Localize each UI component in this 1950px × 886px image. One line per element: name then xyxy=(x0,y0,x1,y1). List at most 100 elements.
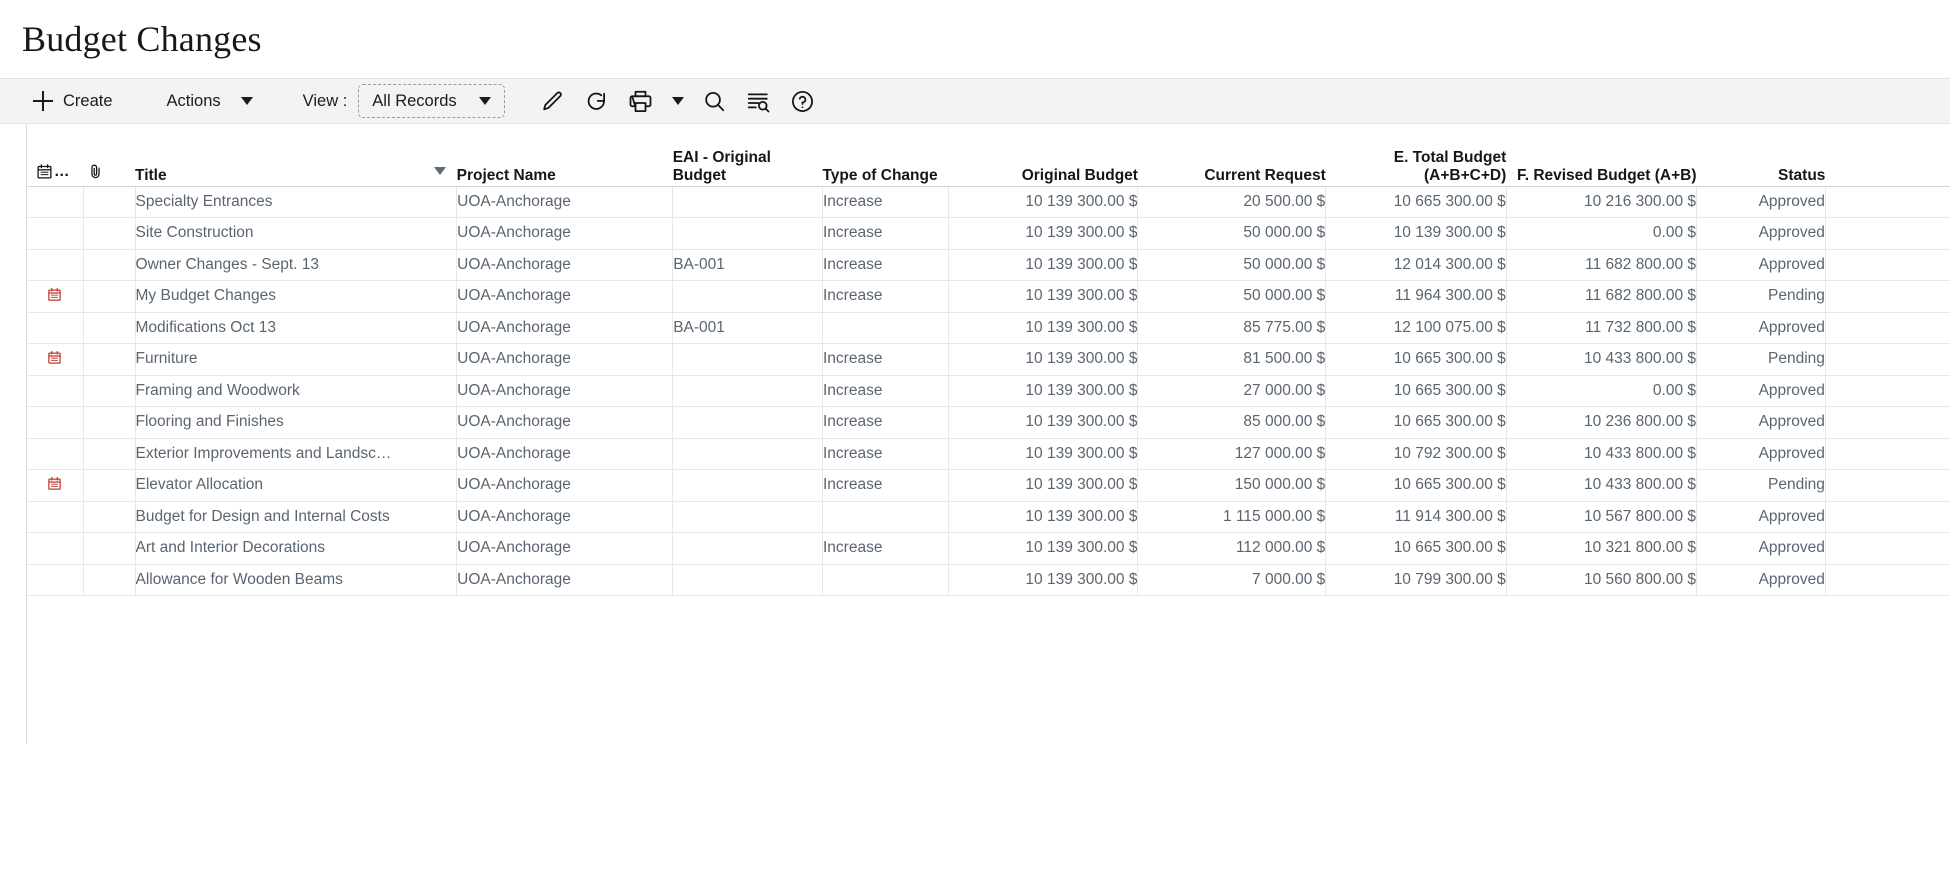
cell-current_request[interactable]: 20 500.00 $ xyxy=(1137,186,1327,218)
column-header-status[interactable]: Status xyxy=(1696,124,1826,187)
cell-due[interactable]: 20 xyxy=(1825,343,1950,376)
cell-title[interactable]: Allowance for Wooden Beams xyxy=(135,564,458,596)
cell-attachment[interactable] xyxy=(83,438,136,470)
cell-project_name[interactable]: UOA-Anchorage xyxy=(456,312,674,344)
cell-title[interactable]: Exterior Improvements and Landsc… xyxy=(135,438,458,470)
cell-original_budget[interactable]: 10 139 300.00 $ xyxy=(948,469,1139,502)
cell-attachment[interactable] xyxy=(83,501,136,533)
cell-eai_original_budget[interactable] xyxy=(672,343,823,376)
cell-e_total_budget[interactable]: 10 799 300.00 $ xyxy=(1325,564,1507,596)
cell-f_revised_budget[interactable]: 10 567 800.00 $ xyxy=(1506,501,1698,533)
cell-calendar[interactable] xyxy=(27,469,84,502)
cell-title[interactable]: Flooring and Finishes xyxy=(135,406,458,439)
cell-title[interactable]: Furniture xyxy=(135,343,458,376)
cell-due[interactable]: 20 xyxy=(1825,217,1950,250)
cell-f_revised_budget[interactable]: 10 433 800.00 $ xyxy=(1506,343,1698,376)
cell-title[interactable]: Art and Interior Decorations xyxy=(135,532,458,565)
column-header-due[interactable]: Du xyxy=(1825,124,1950,187)
table-row[interactable]: Modifications Oct 13 UOA-Anchorage BA-001 1… xyxy=(27,312,1950,344)
cell-original_budget[interactable]: 10 139 300.00 $ xyxy=(948,186,1139,218)
cell-project_name[interactable]: UOA-Anchorage xyxy=(456,406,674,439)
cell-project_name[interactable]: UOA-Anchorage xyxy=(456,249,674,281)
actions-menu-button[interactable]: Actions xyxy=(161,88,259,115)
cell-type_of_change[interactable]: Increase xyxy=(822,343,950,376)
cell-eai_original_budget[interactable] xyxy=(672,217,823,250)
table-row[interactable]: Owner Changes - Sept. 13 UOA-Anchorage BA-… xyxy=(27,249,1950,281)
cell-e_total_budget[interactable]: 10 665 300.00 $ xyxy=(1325,406,1507,439)
cell-type_of_change[interactable]: Increase xyxy=(822,186,950,218)
table-row[interactable]: Exterior Improvements and Landsc… UOA-Anc… xyxy=(27,438,1950,470)
cell-current_request[interactable]: 127 000.00 $ xyxy=(1137,438,1327,470)
cell-type_of_change[interactable]: Increase xyxy=(822,406,950,439)
cell-status[interactable]: Approved xyxy=(1696,406,1826,439)
cell-eai_original_budget[interactable] xyxy=(672,564,823,596)
cell-title[interactable]: Owner Changes - Sept. 13 xyxy=(135,249,458,281)
cell-current_request[interactable]: 50 000.00 $ xyxy=(1137,249,1327,281)
cell-type_of_change[interactable]: Increase xyxy=(822,375,950,407)
cell-project_name[interactable]: UOA-Anchorage xyxy=(456,438,674,470)
cell-original_budget[interactable]: 10 139 300.00 $ xyxy=(948,343,1139,376)
table-row[interactable]: Allowance for Wooden Beams UOA-Anchorage 1… xyxy=(27,564,1950,596)
cell-title[interactable]: My Budget Changes xyxy=(135,280,458,313)
cell-e_total_budget[interactable]: 10 665 300.00 $ xyxy=(1325,532,1507,565)
cell-attachment[interactable] xyxy=(83,343,136,376)
cell-original_budget[interactable]: 10 139 300.00 $ xyxy=(948,280,1139,313)
cell-e_total_budget[interactable]: 10 665 300.00 $ xyxy=(1325,469,1507,502)
cell-eai_original_budget[interactable] xyxy=(672,375,823,407)
cell-current_request[interactable]: 150 000.00 $ xyxy=(1137,469,1327,502)
cell-calendar[interactable] xyxy=(27,438,84,470)
cell-status[interactable]: Approved xyxy=(1696,217,1826,250)
cell-f_revised_budget[interactable]: 11 732 800.00 $ xyxy=(1506,312,1698,344)
column-header-attachment[interactable] xyxy=(83,124,136,187)
column-header-f-revised-budget[interactable]: F. Revised Budget (A+B) xyxy=(1506,124,1697,187)
cell-e_total_budget[interactable]: 10 792 300.00 $ xyxy=(1325,438,1507,470)
cell-f_revised_budget[interactable]: 11 682 800.00 $ xyxy=(1506,280,1698,313)
cell-f_revised_budget[interactable]: 10 321 800.00 $ xyxy=(1506,532,1698,565)
cell-current_request[interactable]: 50 000.00 $ xyxy=(1137,280,1327,313)
column-header-original-budget[interactable]: Original Budget xyxy=(948,124,1138,187)
column-header-calendar[interactable]: … xyxy=(27,124,84,187)
cell-attachment[interactable] xyxy=(83,186,136,218)
cell-f_revised_budget[interactable]: 11 682 800.00 $ xyxy=(1506,249,1698,281)
cell-calendar[interactable] xyxy=(27,406,84,439)
cell-eai_original_budget[interactable]: BA-001 xyxy=(672,249,823,281)
cell-title[interactable]: Specialty Entrances xyxy=(135,186,458,218)
cell-title[interactable]: Site Construction xyxy=(135,217,458,250)
table-row[interactable]: Furniture UOA-Anchorage Increase 10 139 300… xyxy=(27,343,1950,376)
table-row[interactable]: Framing and Woodwork UOA-Anchorage Increas… xyxy=(27,375,1950,407)
cell-f_revised_budget[interactable]: 10 560 800.00 $ xyxy=(1506,564,1698,596)
cell-type_of_change[interactable]: Increase xyxy=(822,438,950,470)
cell-calendar[interactable] xyxy=(27,217,84,250)
cell-type_of_change[interactable]: Increase xyxy=(822,280,950,313)
column-header-eai-original-budget[interactable]: EAI - Original Budget xyxy=(672,124,823,187)
cell-status[interactable]: Approved xyxy=(1696,312,1826,344)
cell-due[interactable]: 20 xyxy=(1825,501,1950,533)
cell-type_of_change[interactable]: Increase xyxy=(822,249,950,281)
cell-original_budget[interactable]: 10 139 300.00 $ xyxy=(948,564,1139,596)
cell-type_of_change[interactable]: Increase xyxy=(822,532,950,565)
cell-current_request[interactable]: 27 000.00 $ xyxy=(1137,375,1327,407)
cell-project_name[interactable]: UOA-Anchorage xyxy=(456,217,674,250)
cell-eai_original_budget[interactable] xyxy=(672,469,823,502)
cell-due[interactable]: 20 xyxy=(1825,375,1950,407)
cell-e_total_budget[interactable]: 11 964 300.00 $ xyxy=(1325,280,1507,313)
cell-current_request[interactable]: 81 500.00 $ xyxy=(1137,343,1327,376)
cell-status[interactable]: Approved xyxy=(1696,249,1826,281)
cell-eai_original_budget[interactable] xyxy=(672,186,823,218)
column-header-project-name[interactable]: Project Name xyxy=(456,124,673,187)
cell-attachment[interactable] xyxy=(83,375,136,407)
cell-attachment[interactable] xyxy=(83,469,136,502)
cell-status[interactable]: Approved xyxy=(1696,501,1826,533)
table-row[interactable]: Elevator Allocation UOA-Anchorage Increase… xyxy=(27,469,1950,502)
column-header-type-of-change[interactable]: Type of Change xyxy=(822,124,949,187)
help-icon[interactable] xyxy=(781,83,825,119)
cell-due[interactable]: 20 xyxy=(1825,469,1950,502)
cell-attachment[interactable] xyxy=(83,564,136,596)
cell-f_revised_budget[interactable]: 0.00 $ xyxy=(1506,375,1698,407)
cell-type_of_change[interactable]: Increase xyxy=(822,469,950,502)
cell-calendar[interactable] xyxy=(27,532,84,565)
cell-original_budget[interactable]: 10 139 300.00 $ xyxy=(948,532,1139,565)
cell-due[interactable]: 20 xyxy=(1825,564,1950,596)
table-row[interactable]: Site Construction UOA-Anchorage Increase 10… xyxy=(27,217,1950,250)
table-row[interactable]: Art and Interior Decorations UOA-Anchorag… xyxy=(27,532,1950,565)
